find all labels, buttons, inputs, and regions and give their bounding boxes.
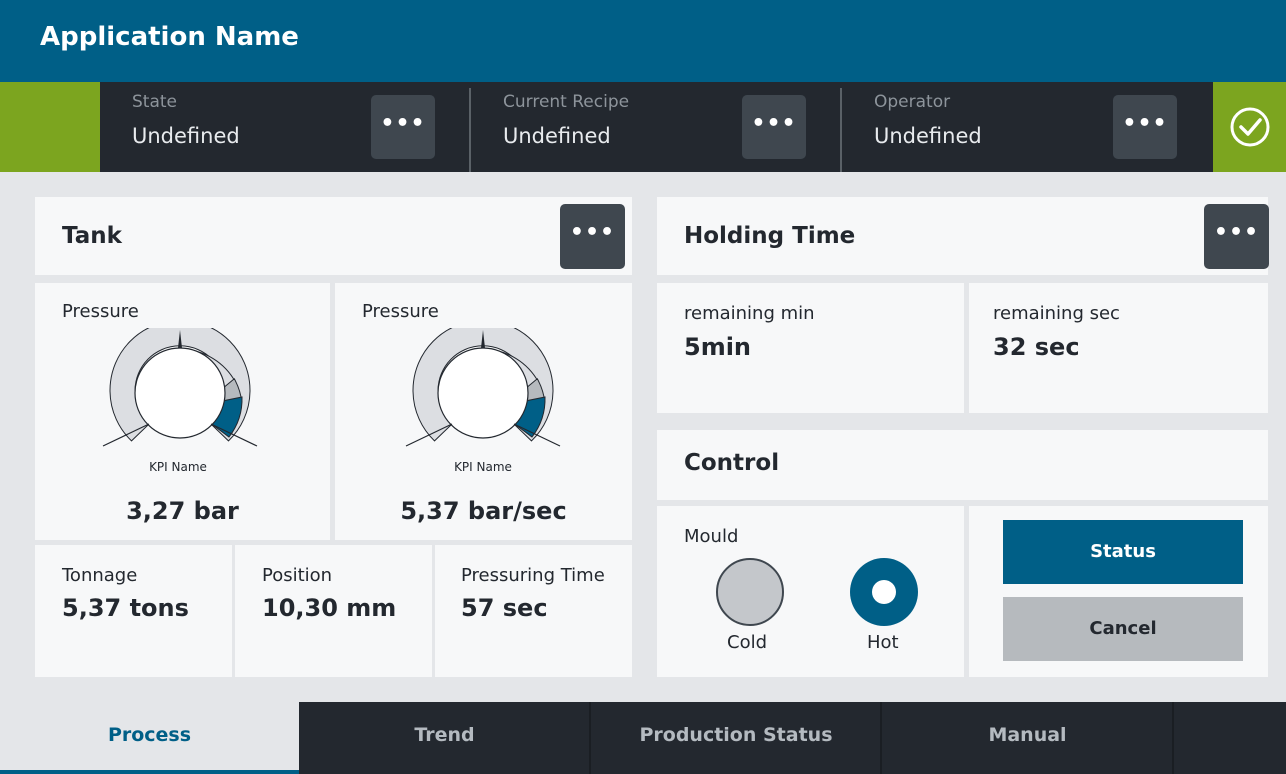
tonnage-panel: Tonnage 5,37 tons [35, 545, 232, 677]
remaining-sec-label: remaining sec [993, 303, 1120, 324]
remaining-sec-panel: remaining sec 32 sec [969, 283, 1268, 413]
mould-label: Mould [684, 526, 739, 547]
status-button[interactable]: Status [1003, 520, 1243, 584]
tab-process[interactable]: Process [0, 702, 299, 774]
mould-hot-radio[interactable] [850, 558, 918, 626]
tank-title: Tank [62, 223, 122, 249]
holding-time-card-header: Holding Time ••• [657, 197, 1269, 275]
bottom-tab-bar: Process Trend Production Status Manual [0, 702, 1286, 774]
radio-selected-dot [872, 580, 896, 604]
current-recipe-value: Undefined [503, 124, 611, 148]
tank-card-header: Tank ••• [35, 197, 632, 275]
position-label: Position [262, 565, 333, 586]
check-circle-icon [1230, 107, 1270, 147]
tank-menu-button[interactable]: ••• [560, 204, 625, 269]
position-value: 10,30 mm [262, 594, 397, 622]
pressure-rate-gauge-panel: Pressure KPI Name 5,37 bar/sec [335, 283, 632, 540]
status-ok-indicator [1213, 82, 1286, 172]
current-recipe-field: Current Recipe Undefined ••• [471, 82, 841, 172]
tab-divider [1172, 702, 1174, 774]
pressuring-time-panel: Pressuring Time 57 sec [435, 545, 632, 677]
tonnage-label: Tonnage [62, 565, 138, 586]
tonnage-value: 5,37 tons [62, 594, 189, 622]
gauge-value: 5,37 bar/sec [400, 497, 567, 525]
operator-value: Undefined [874, 124, 982, 148]
mould-cold-label: Cold [727, 632, 768, 653]
app-title: Application Name [40, 22, 299, 52]
kpi-name: KPI Name [149, 460, 207, 474]
control-card-header: Control [657, 430, 1268, 500]
cancel-button[interactable]: Cancel [1003, 597, 1243, 661]
state-value: Undefined [132, 124, 240, 148]
tab-production-status[interactable]: Production Status [591, 702, 881, 774]
status-bar: State Undefined ••• Current Recipe Undef… [0, 82, 1286, 172]
pressure-gauge-panel: Pressure KPI Name 3,27 bar [35, 283, 330, 540]
tab-manual[interactable]: Manual [882, 702, 1173, 774]
operator-menu-button[interactable]: ••• [1113, 95, 1177, 159]
state-label: State [132, 92, 177, 112]
state-menu-button[interactable]: ••• [371, 95, 435, 159]
current-recipe-menu-button[interactable]: ••• [742, 95, 806, 159]
remaining-sec-value: 32 sec [993, 333, 1080, 361]
state-field: State Undefined ••• [100, 82, 470, 172]
mould-panel: Mould Cold Hot [657, 506, 964, 677]
pressuring-time-label: Pressuring Time [461, 565, 605, 586]
control-title: Control [684, 450, 780, 476]
control-actions-panel: Status Cancel [969, 506, 1268, 677]
tab-trend[interactable]: Trend [299, 702, 590, 774]
gauge-value: 3,27 bar [126, 497, 239, 525]
gauge-label: Pressure [362, 301, 439, 322]
remaining-min-label: remaining min [684, 303, 815, 324]
mould-cold-radio[interactable] [716, 558, 784, 626]
holding-time-title: Holding Time [684, 223, 856, 249]
status-accent-indicator [0, 82, 100, 172]
remaining-min-value: 5min [684, 333, 752, 361]
gauge-label: Pressure [62, 301, 139, 322]
title-bar: Application Name [0, 0, 1286, 82]
position-panel: Position 10,30 mm [235, 545, 432, 677]
kpi-name: KPI Name [454, 460, 512, 474]
holding-time-menu-button[interactable]: ••• [1204, 204, 1269, 269]
pressuring-time-value: 57 sec [461, 594, 548, 622]
remaining-min-panel: remaining min 5min [657, 283, 964, 413]
current-recipe-label: Current Recipe [503, 92, 630, 112]
operator-label: Operator [874, 92, 951, 112]
mould-hot-label: Hot [867, 632, 899, 653]
operator-field: Operator Undefined ••• [842, 82, 1212, 172]
